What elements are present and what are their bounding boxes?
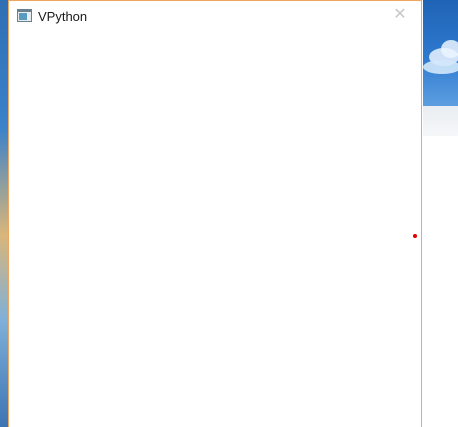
desktop-wallpaper-right bbox=[423, 0, 458, 106]
close-icon[interactable]: ✕ bbox=[389, 5, 411, 25]
app-icon-bar bbox=[18, 10, 31, 12]
vpython-app-icon bbox=[17, 9, 32, 22]
cloud-shape bbox=[441, 40, 458, 58]
window-title: VPython bbox=[38, 9, 88, 24]
vpython-window[interactable]: VPython ✕ bbox=[8, 0, 422, 427]
background-window-edge bbox=[423, 106, 458, 136]
cloud-shape bbox=[423, 60, 458, 74]
vpython-canvas[interactable] bbox=[9, 31, 421, 427]
title-bar[interactable]: VPython ✕ bbox=[9, 1, 421, 31]
app-icon-pane bbox=[19, 13, 27, 20]
desktop: VPython ✕ bbox=[0, 0, 458, 427]
red-sphere-marker bbox=[413, 234, 417, 238]
